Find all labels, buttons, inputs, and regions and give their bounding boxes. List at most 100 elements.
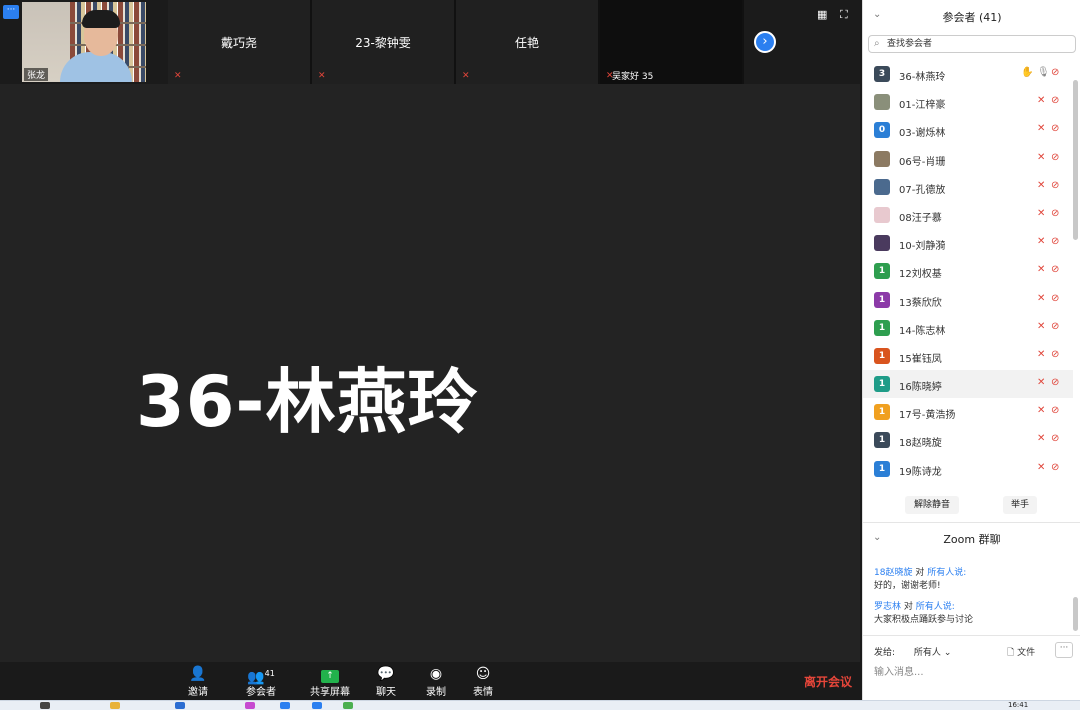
participant-row[interactable]: 1 14-陈志林 ✕ ⊘ xyxy=(863,314,1073,342)
invite-button[interactable]: 👤 邀请 xyxy=(168,665,228,698)
send-to-dropdown[interactable]: 所有人 ⌄ xyxy=(914,648,951,658)
participant-row[interactable]: 1 19陈诗龙 ✕ ⊘ xyxy=(863,455,1073,483)
muted-mic-icon[interactable]: ✕ xyxy=(1037,321,1045,332)
participant-search-input[interactable]: ⌕ 查找参会者 xyxy=(868,35,1076,53)
video-off-icon[interactable]: ⊘ xyxy=(1051,433,1059,444)
muted-mic-icon[interactable]: ✕ xyxy=(1037,433,1045,444)
app-icon[interactable] xyxy=(245,702,255,709)
browser-icon[interactable] xyxy=(175,702,185,709)
participant-name: 03-谢烁林 xyxy=(899,128,946,140)
video-off-icon[interactable]: ⊘ xyxy=(1051,95,1059,106)
avatar: 0 xyxy=(874,122,890,139)
more-icon[interactable]: ··· xyxy=(3,5,19,19)
folder-icon[interactable] xyxy=(110,702,120,709)
video-tile[interactable]: 戴巧尧 ✕ xyxy=(168,0,312,84)
message-recipient[interactable]: 所有人说: xyxy=(916,602,955,612)
participant-row[interactable]: 07-孔德放 ✕ ⊘ xyxy=(863,173,1073,201)
participant-name: 36-林燕玲 xyxy=(899,72,946,83)
muted-mic-icon[interactable]: ✕ xyxy=(1037,152,1045,163)
participant-row[interactable]: 0 03-谢烁林 ✕ ⊘ xyxy=(863,116,1073,144)
participant-row[interactable]: 1 15崔钰凤 ✕ ⊘ xyxy=(863,342,1073,370)
muted-mic-icon[interactable]: ✕ xyxy=(1037,236,1045,247)
video-off-icon[interactable]: ⊘ xyxy=(1051,349,1059,360)
message-recipient[interactable]: 所有人说: xyxy=(927,568,966,578)
avatar xyxy=(874,94,890,111)
more-options-button[interactable]: ··· xyxy=(1055,642,1073,658)
zoom-app-icon[interactable] xyxy=(280,702,290,709)
muted-mic-icon[interactable]: ✕ xyxy=(1037,462,1045,473)
muted-mic-icon[interactable]: ✕ xyxy=(1037,377,1045,388)
participant-row[interactable]: 10-刘静漪 ✕ ⊘ xyxy=(863,229,1073,257)
avatar xyxy=(874,150,890,167)
leave-meeting-button[interactable]: 离开会议 xyxy=(804,673,852,690)
tile-label: 吴家好 35 xyxy=(612,72,654,82)
video-off-icon[interactable]: ⊘ xyxy=(1051,264,1059,275)
unmute-button[interactable]: 解除静音 xyxy=(905,496,959,514)
participant-row[interactable]: 1 13蔡欣欣 ✕ ⊘ xyxy=(863,286,1073,314)
raise-hand-button[interactable]: 举手 xyxy=(1003,496,1037,514)
gallery-view-icon[interactable]: ▦ xyxy=(817,8,827,21)
chat-scrollbar[interactable] xyxy=(1073,597,1078,631)
video-off-icon[interactable]: ⊘ xyxy=(1051,377,1059,388)
meeting-toolbar: 👤 邀请 👥41 参会者 ↑ 共享屏幕 💬 聊天 ◉ 录制 ☺ 表情 离开会议 xyxy=(0,662,860,700)
file-button[interactable]: 🗋 文件 xyxy=(1007,645,1035,661)
participant-list-scrollbar[interactable] xyxy=(1073,80,1078,240)
participant-row[interactable]: 01-江梓豪 ✕ ⊘ xyxy=(863,88,1073,116)
app-icon[interactable] xyxy=(343,702,353,709)
share-screen-button[interactable]: ↑ 共享屏幕 xyxy=(300,665,360,698)
video-off-icon[interactable]: ⊘ xyxy=(1051,236,1059,247)
tile-name: 戴巧尧 xyxy=(220,36,257,50)
avatar: 1 xyxy=(874,404,890,421)
muted-mic-icon[interactable]: ✕ xyxy=(1037,180,1045,191)
video-off-icon[interactable]: ⊘ xyxy=(1051,321,1059,332)
app-icon[interactable] xyxy=(312,702,322,709)
video-off-icon[interactable]: ⊘ xyxy=(1051,123,1059,134)
video-off-icon[interactable]: ⊘ xyxy=(1051,152,1059,163)
muted-mic-icon[interactable]: ✕ xyxy=(1037,405,1045,416)
muted-mic-icon[interactable]: ✕ xyxy=(1037,95,1045,106)
search-icon[interactable] xyxy=(40,702,50,709)
file-label: 文件 xyxy=(1017,648,1036,658)
participant-name: 08汪子慕 xyxy=(899,212,942,224)
muted-mic-icon[interactable]: ✕ xyxy=(1037,349,1045,360)
participants-title: 参会者 (41) xyxy=(942,11,1002,24)
video-off-icon[interactable]: ⊘ xyxy=(1051,405,1059,416)
participant-row[interactable]: 08汪子慕 ✕ ⊘ xyxy=(863,201,1073,229)
muted-mic-icon[interactable]: ✕ xyxy=(1037,208,1045,219)
video-tile[interactable]: 任艳 ✕ xyxy=(456,0,600,84)
video-off-icon[interactable]: ⊘ xyxy=(1051,180,1059,191)
participant-name: 15崔钰凤 xyxy=(899,353,942,365)
video-off-icon[interactable]: ⊘ xyxy=(1051,293,1059,304)
participant-row[interactable]: 1 16陈晓婷 ✕ ⊘ xyxy=(863,370,1073,399)
video-off-icon[interactable]: ⊘ xyxy=(1051,208,1059,219)
participant-row[interactable]: 06号-肖珊 ✕ ⊘ xyxy=(863,145,1073,173)
video-off-icon[interactable]: ⊘ xyxy=(1051,462,1059,473)
video-tile[interactable]: ✕ 吴家好 35 xyxy=(600,0,744,84)
participant-row[interactable]: 1 12刘权基 ✕ ⊘ xyxy=(863,257,1073,285)
video-tile[interactable]: 23-黎钟雯 ✕ xyxy=(312,0,456,84)
muted-mic-icon[interactable]: ✕ xyxy=(1037,293,1045,304)
mic-icon[interactable]: 🎙 xyxy=(1037,67,1050,78)
chat-title: Zoom 群聊 xyxy=(943,533,1001,546)
participant-row[interactable]: 1 17号-黄浩扬 ✕ ⊘ xyxy=(863,398,1073,426)
avatar xyxy=(874,235,890,252)
message-sender[interactable]: 18赵晓旋 xyxy=(874,568,912,578)
participants-icon: 👥41 xyxy=(247,669,275,686)
self-video-tile[interactable]: 张龙 xyxy=(22,2,146,82)
participant-row[interactable]: 1 18赵晓旋 ✕ ⊘ xyxy=(863,426,1073,454)
participants-button[interactable]: 👥41 参会者 xyxy=(231,665,291,698)
chat-label: 聊天 xyxy=(376,687,396,698)
avatar: 1 xyxy=(874,291,890,308)
muted-mic-icon[interactable]: ✕ xyxy=(1037,123,1045,134)
video-off-icon[interactable]: ⊘ xyxy=(1051,67,1059,78)
next-page-icon[interactable]: › xyxy=(754,31,776,53)
fullscreen-icon[interactable]: ⛶ xyxy=(840,8,848,22)
participant-row[interactable]: 3 36-林燕玲 ✋ 🎙 ⊘ xyxy=(863,60,1073,88)
chat-message-input[interactable]: 输入消息... xyxy=(874,663,924,678)
reaction-button[interactable]: ☺ 表情 xyxy=(453,665,513,698)
message-to-word: 对 xyxy=(915,568,925,578)
muted-mic-icon[interactable]: ✕ xyxy=(1037,264,1045,275)
message-to-word: 对 xyxy=(903,602,913,612)
taskbar-clock[interactable]: 16:41 xyxy=(1008,701,1028,709)
message-sender[interactable]: 罗志林 xyxy=(874,602,901,612)
